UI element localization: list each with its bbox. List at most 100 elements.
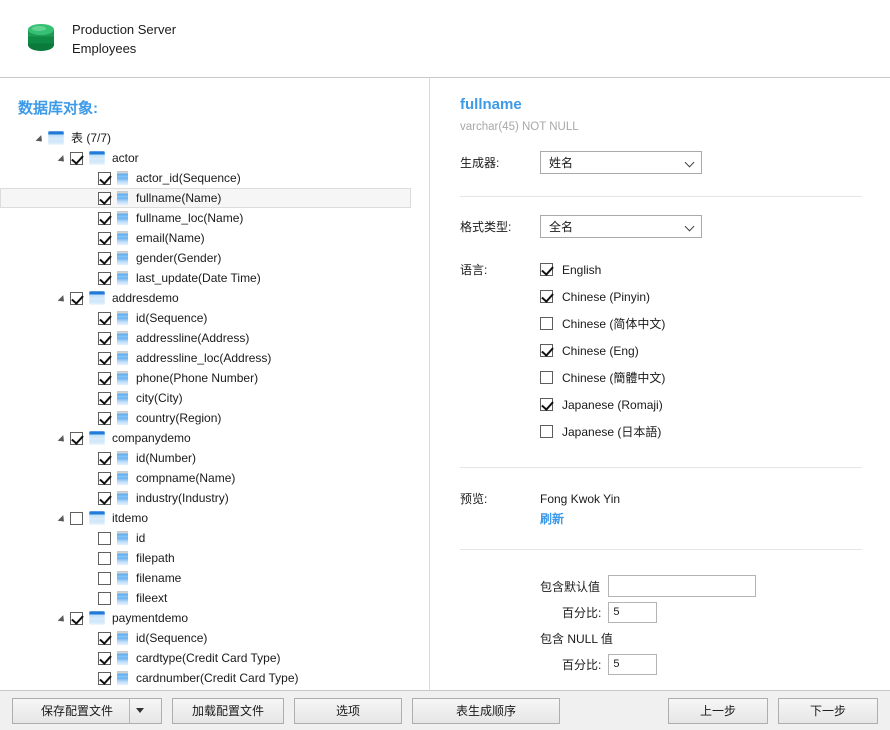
column-icon [117,231,128,245]
tree-checkbox[interactable] [98,672,111,685]
tree-checkbox[interactable] [98,272,111,285]
tree-row-column[interactable]: email(Name) [0,228,429,248]
language-checkbox[interactable] [540,290,553,303]
tree-row-column[interactable]: industry(Industry) [0,488,429,508]
tree-checkbox[interactable] [98,572,111,585]
language-checkbox[interactable] [540,398,553,411]
tree-checkbox[interactable] [98,232,111,245]
default-percent-input[interactable] [608,602,657,623]
tree-checkbox[interactable] [98,412,111,425]
tree-row-column[interactable]: filename [0,568,429,588]
tree-row-column[interactable]: addressline_loc(Address) [0,348,429,368]
language-checkbox[interactable] [540,263,553,276]
tree-row-column[interactable]: fileext [0,588,429,608]
language-checkbox[interactable] [540,425,553,438]
language-option[interactable]: Chinese (简体中文) [540,310,890,337]
table-icon [89,611,105,625]
next-button[interactable]: 下一步 [778,698,878,724]
tree-row-column[interactable]: cardnumber(Credit Card Type) [0,668,429,688]
expand-triangle-icon[interactable] [58,608,70,628]
tree-checkbox[interactable] [98,552,111,565]
default-value-input[interactable] [608,575,756,597]
language-option[interactable]: Japanese (Romaji) [540,391,890,418]
tree-row-column[interactable]: fullname_loc(Name) [0,208,429,228]
tree-row-table[interactable]: actor [0,148,429,168]
tree-row-table[interactable]: itdemo [0,508,429,528]
tree-row-label: addressline_loc(Address) [136,350,271,366]
tree-checkbox[interactable] [98,532,111,545]
table-order-button[interactable]: 表生成顺序 [412,698,560,724]
object-tree[interactable]: 表 (7/7)actoractor_id(Sequence)fullname(N… [0,128,429,690]
language-checkbox[interactable] [540,317,553,330]
tree-row-column[interactable]: fullname(Name) [0,188,411,208]
language-checkbox[interactable] [540,344,553,357]
tree-checkbox[interactable] [98,632,111,645]
tree-row-column[interactable]: country(Region) [0,408,429,428]
language-option[interactable]: English [540,256,601,283]
tree-checkbox[interactable] [70,612,83,625]
expand-triangle-icon[interactable] [36,128,48,148]
language-checkbox[interactable] [540,371,553,384]
wizard-body: 数据库对象: 表 (7/7)actoractor_id(Sequence)ful… [0,78,890,690]
expand-triangle-icon[interactable] [58,288,70,308]
expand-triangle-icon[interactable] [58,428,70,448]
tree-row-column[interactable]: addressline(Address) [0,328,429,348]
tree-row-column[interactable]: gender(Gender) [0,248,429,268]
tree-checkbox[interactable] [70,432,83,445]
tree-checkbox[interactable] [98,352,111,365]
tree-row-column[interactable]: cardtype(Credit Card Type) [0,648,429,668]
column-icon [117,371,128,385]
language-option[interactable]: Chinese (Eng) [540,337,890,364]
tree-checkbox[interactable] [98,172,111,185]
tree-row-column[interactable]: id(Number) [0,448,429,468]
language-option[interactable]: Chinese (簡體中文) [540,364,890,391]
previous-button[interactable]: 上一步 [668,698,768,724]
tree-checkbox[interactable] [70,152,83,165]
tree-row-column[interactable]: last_update(Date Time) [0,268,429,288]
tree-checkbox[interactable] [98,332,111,345]
tree-row-column[interactable]: actor_id(Sequence) [0,168,429,188]
null-percent-input[interactable] [608,654,657,675]
expand-triangle-icon[interactable] [58,508,70,528]
tree-row-column[interactable]: compname(Name) [0,468,429,488]
generator-select[interactable]: 姓名 [540,151,702,174]
tree-checkbox[interactable] [70,512,83,525]
tree-checkbox[interactable] [98,592,111,605]
options-button[interactable]: 选项 [294,698,402,724]
tree-checkbox[interactable] [98,452,111,465]
tree-row-label: id [136,530,145,546]
tree-checkbox[interactable] [98,312,111,325]
format-select[interactable]: 全名 [540,215,702,238]
tree-row-column[interactable]: id(Sequence) [0,628,429,648]
tree-checkbox[interactable] [98,212,111,225]
tree-checkbox[interactable] [98,492,111,505]
tree-row-column[interactable]: id(Sequence) [0,308,429,328]
refresh-link[interactable]: 刷新 [540,510,564,527]
column-icon [117,171,128,185]
tree-row-column[interactable]: filepath [0,548,429,568]
tree-checkbox[interactable] [98,392,111,405]
tree-row-group[interactable]: 表 (7/7) [0,128,429,148]
language-option[interactable]: Chinese (Pinyin) [540,283,890,310]
tree-checkbox[interactable] [98,472,111,485]
language-option[interactable]: Japanese (日本語) [540,418,890,445]
tree-row-table[interactable]: addresdemo [0,288,429,308]
language-options[interactable]: Chinese (Pinyin)Chinese (简体中文)Chinese (E… [540,283,890,445]
tree-row-table[interactable]: companydemo [0,428,429,448]
tree-row-label: addresdemo [112,290,179,306]
tree-row-table[interactable]: paymentdemo [0,608,429,628]
save-profile-button[interactable]: 保存配置文件 [12,698,162,724]
tree-checkbox[interactable] [98,652,111,665]
tree-checkbox[interactable] [98,372,111,385]
tree-row-column[interactable]: id [0,528,429,548]
tree-checkbox[interactable] [98,192,111,205]
preview-label: 预览: [460,490,540,527]
connection-titles: Production Server Employees [72,20,176,58]
tree-row-column[interactable]: city(City) [0,388,429,408]
save-profile-dropdown-arrow-icon[interactable] [129,699,149,723]
expand-triangle-icon[interactable] [58,148,70,168]
load-profile-button[interactable]: 加载配置文件 [172,698,284,724]
tree-checkbox[interactable] [70,292,83,305]
tree-checkbox[interactable] [98,252,111,265]
tree-row-column[interactable]: phone(Phone Number) [0,368,429,388]
